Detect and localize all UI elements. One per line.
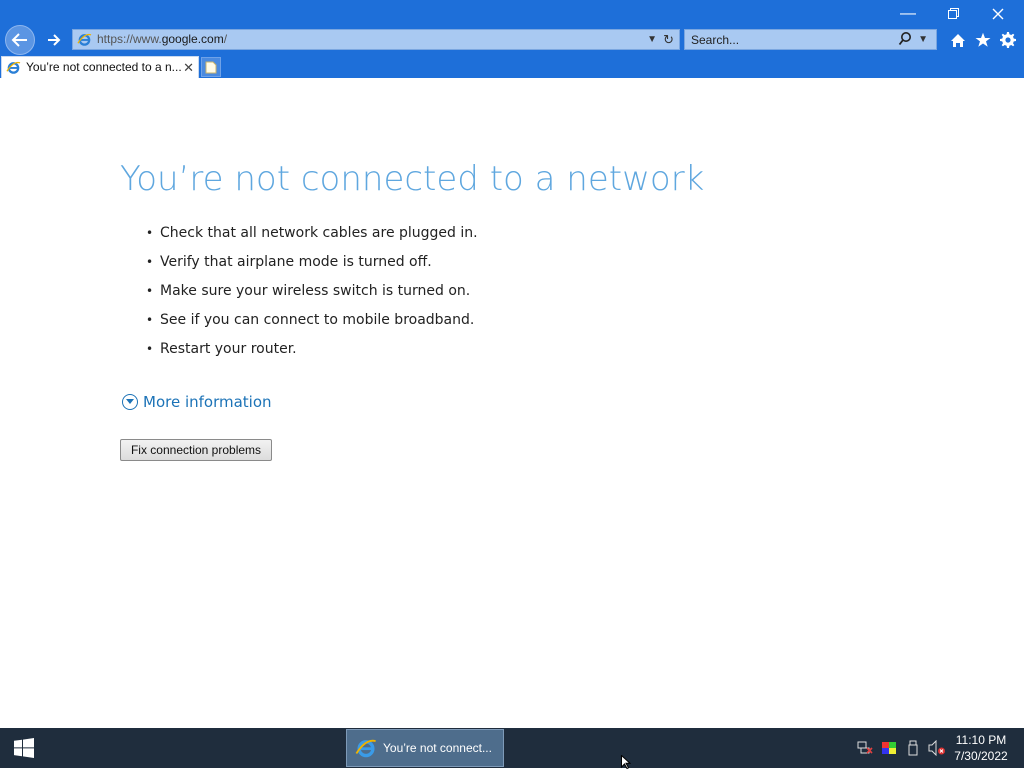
search-dropdown-icon[interactable]: ▼ <box>918 31 928 48</box>
close-icon <box>992 8 1004 20</box>
search-icon[interactable] <box>898 31 912 52</box>
arrow-right-icon <box>48 34 61 46</box>
volume-muted-icon[interactable] <box>928 740 946 756</box>
tab-active[interactable]: You’re not connected to a n... ✕ <box>1 56 199 78</box>
system-clock[interactable]: 11:10 PM 7/30/2022 <box>948 732 1014 764</box>
new-tab-button[interactable] <box>201 57 221 77</box>
minimize-button[interactable]: — <box>886 2 930 26</box>
troubleshooting-list: • Check that all network cables are plugg… <box>146 223 478 368</box>
chevron-down-circle-icon <box>122 394 138 410</box>
address-bar[interactable]: https://www.google.com/ ▼ ↻ <box>72 29 680 50</box>
forward-button[interactable] <box>41 27 67 53</box>
arrow-left-icon <box>11 33 27 47</box>
start-button[interactable] <box>0 728 48 768</box>
url-text: https://www.google.com/ <box>97 32 228 46</box>
network-disconnected-icon[interactable] <box>856 740 874 756</box>
back-button[interactable] <box>5 25 35 55</box>
restore-icon <box>947 8 959 19</box>
settings-gear-icon[interactable] <box>998 30 1018 50</box>
mouse-cursor-icon <box>621 754 632 774</box>
color-display-icon[interactable] <box>880 740 898 756</box>
usb-device-icon[interactable] <box>904 740 922 756</box>
list-item: • Restart your router. <box>146 341 297 357</box>
list-item: • Make sure your wireless switch is turne… <box>146 283 471 299</box>
taskbar-item-ie[interactable]: You’re not connect... <box>346 729 504 767</box>
list-item: • Verify that airplane mode is turned off… <box>146 254 432 270</box>
refresh-icon[interactable]: ↻ <box>663 31 674 48</box>
tab-title: You’re not connected to a n... <box>26 60 182 74</box>
ie-tab-icon <box>6 60 21 80</box>
ie-icon <box>77 32 92 52</box>
favorites-star-icon[interactable] <box>973 30 993 50</box>
new-tab-icon <box>205 61 217 73</box>
address-dropdown-icon[interactable]: ▼ <box>647 31 657 48</box>
browser-chrome: — https://www.google.com/ ▼ ↻ Search... … <box>0 0 1024 78</box>
tab-close-icon[interactable]: ✕ <box>183 57 194 78</box>
ie-taskbar-icon <box>355 737 377 764</box>
page-title: You’re not connected to a network <box>120 159 705 199</box>
search-input[interactable] <box>685 30 895 49</box>
more-information-label: More information <box>143 393 272 411</box>
page-content: You’re not connected to a network • Check… <box>0 78 1024 728</box>
clock-time: 11:10 PM <box>955 733 1007 747</box>
clock-date: 7/30/2022 <box>954 749 1008 763</box>
taskbar-item-label: You’re not connect... <box>383 741 492 755</box>
fix-connection-button[interactable]: Fix connection problems <box>120 439 272 461</box>
windows-logo-icon <box>14 738 34 758</box>
taskbar: You’re not connect... 11:10 PM 7/30/2022 <box>0 728 1024 768</box>
list-item: • Check that all network cables are plugg… <box>146 225 478 241</box>
list-item: • See if you can connect to mobile broadb… <box>146 312 475 328</box>
more-information-link[interactable]: More information <box>122 393 272 411</box>
restore-button[interactable] <box>931 2 975 26</box>
search-box[interactable]: ▼ <box>684 29 937 50</box>
home-icon[interactable] <box>948 30 968 50</box>
close-window-button[interactable] <box>976 2 1020 26</box>
